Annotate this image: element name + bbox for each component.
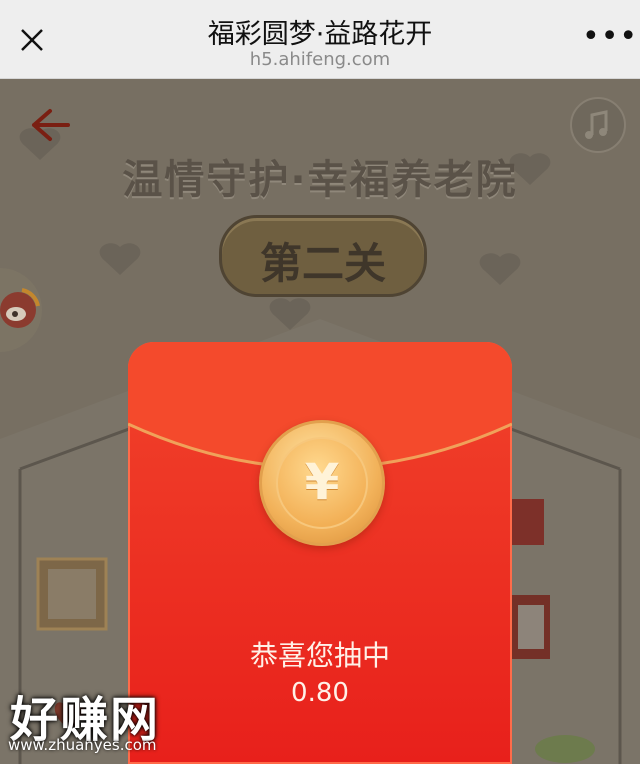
congrats-text: 恭喜您抽中 (249, 639, 390, 672)
pattern-decoration (479, 253, 521, 285)
watermark-url: www.zhuanyes.com (8, 736, 157, 754)
browser-header: 福彩圆梦·益路花开 h5.ahifeng.com ••• (0, 0, 640, 79)
music-icon[interactable] (570, 97, 626, 153)
coin-face: ¥ (276, 437, 368, 529)
more-menu-button[interactable]: ••• (582, 22, 637, 54)
page-url: h5.ahifeng.com (249, 49, 391, 70)
yen-icon: ¥ (304, 453, 340, 511)
red-packet[interactable]: ¥ 恭喜您抽中 0.80 (128, 342, 512, 764)
pattern-decoration (99, 243, 141, 275)
prize-amount: 0.80 (291, 678, 349, 708)
level-badge: 第二关 (219, 215, 427, 297)
game-screen: 温情守护·幸福养老院 第二关 ¥ 恭喜您抽中 0.80 (0, 79, 640, 764)
level-label: 第二关 (259, 239, 386, 288)
music-note-icon (585, 110, 608, 139)
open-coin-button[interactable]: ¥ (259, 420, 385, 546)
game-title: 温情守护·幸福养老院 (122, 157, 518, 203)
back-arrow-icon[interactable] (28, 107, 72, 143)
page-title: 福彩圆梦·益路花开 (207, 19, 433, 50)
